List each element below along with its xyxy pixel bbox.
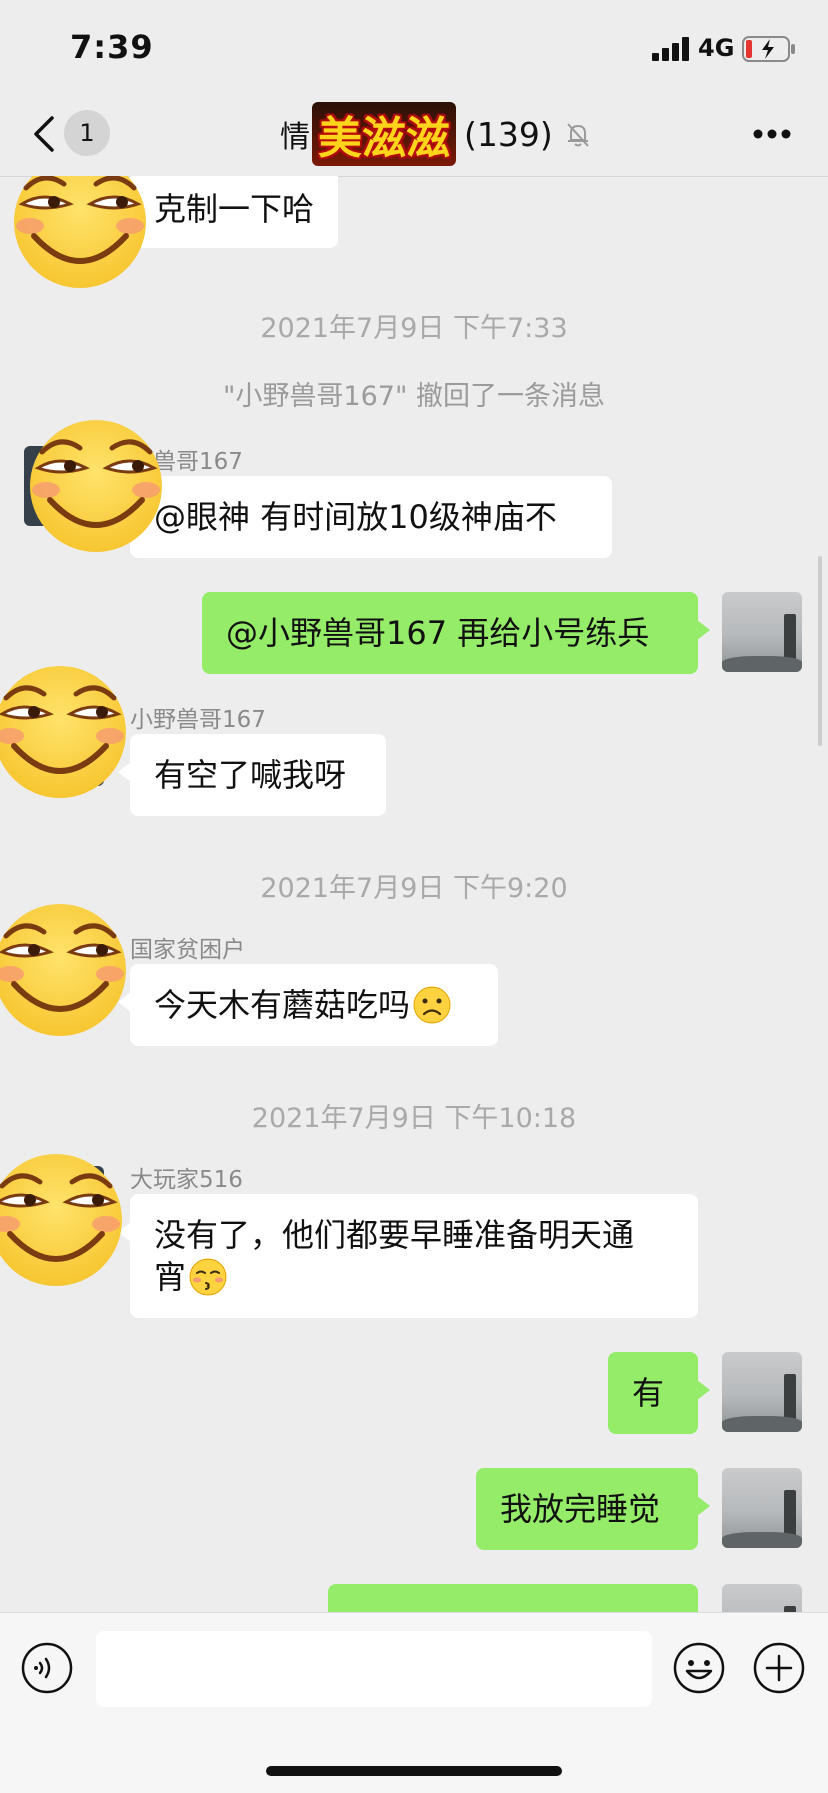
battery-charging-icon	[742, 36, 795, 62]
status-time: 7:39	[70, 28, 154, 66]
smirk-sticker-icon	[0, 894, 136, 1046]
avatar[interactable]	[722, 1352, 802, 1432]
message-text: 有	[632, 1374, 665, 1412]
message-text: 克制一下哈	[154, 190, 315, 228]
sender-name: 大玩家516	[130, 1167, 243, 1193]
voice-input-icon[interactable]	[20, 1641, 74, 1695]
smirk-sticker-icon	[4, 176, 156, 298]
recall-notice: "小野兽哥167" 撤回了一条消息	[223, 381, 605, 412]
input-bar	[0, 1612, 828, 1793]
network-type: 4G	[698, 34, 735, 62]
avatar[interactable]	[722, 1584, 802, 1612]
message-bubble[interactable]: 今天木有蘑菇吃吗	[118, 964, 498, 1046]
unread-count-badge[interactable]: 1	[64, 110, 110, 156]
sad-face-emoji-icon	[413, 986, 451, 1024]
message-text: 有空了喊我呀	[154, 756, 347, 794]
emoji-picker-icon[interactable]	[672, 1641, 726, 1695]
kissing-emoji-icon	[189, 1258, 227, 1296]
message-text-line: 宵	[154, 1258, 187, 1296]
message-text: @小野兽哥167 再给小号练兵	[226, 614, 650, 652]
chat-header: 1 情 美滋滋 (139)	[0, 100, 828, 177]
message-bubble[interactable]: 没有了，他们都要早睡准备明天通 宵	[118, 1194, 698, 1318]
home-indicator[interactable]	[266, 1766, 562, 1776]
chat-title-prefix: 情	[280, 120, 310, 155]
smirk-sticker-icon	[20, 410, 172, 562]
cellular-signal-icon	[652, 37, 689, 61]
timestamp: 2021年7月9日 下午7:33	[260, 313, 568, 344]
message-bubble-sent[interactable]: 有	[608, 1352, 710, 1434]
message-text: 我放完睡觉	[500, 1490, 661, 1528]
avatar[interactable]	[722, 1468, 802, 1548]
chat-title[interactable]: 情 美滋滋 (139)	[280, 102, 593, 166]
avatar[interactable]	[722, 592, 802, 672]
message-text-line: 没有了，他们都要早睡准备明天通	[154, 1216, 635, 1254]
sender-name: 国家贫困户	[130, 937, 245, 963]
chat-title-logo: 美滋滋	[312, 102, 456, 166]
message-bubble[interactable]: @眼神 有时间放10级神庙不	[118, 476, 612, 558]
sender-name: 小野兽哥167	[130, 707, 266, 733]
member-count: (139)	[464, 114, 553, 154]
back-arrow-icon[interactable]	[30, 114, 60, 154]
message-bubble-sent-partial[interactable]	[328, 1584, 698, 1612]
message-input[interactable]	[96, 1631, 652, 1707]
message-bubble[interactable]: 有空了喊我呀	[118, 734, 386, 816]
message-text: 今天木有蘑菇吃吗	[154, 986, 411, 1024]
message-text: @眼神 有时间放10级神庙不	[154, 498, 557, 536]
message-bubble[interactable]: 克制一下哈	[117, 176, 339, 248]
message-bubble-sent[interactable]: @小野兽哥167 再给小号练兵	[202, 592, 710, 674]
more-options-icon[interactable]	[752, 128, 792, 140]
smirk-sticker-icon	[0, 1144, 132, 1296]
scrollbar[interactable]	[818, 556, 822, 746]
message-list[interactable]: 克制一下哈 2021年7月9日 下午7:33 "小野兽哥167" 撤回了一条消息…	[0, 176, 828, 1612]
status-bar: 7:39 4G	[0, 0, 828, 100]
smirk-sticker-icon	[0, 656, 136, 808]
add-attachment-icon[interactable]	[752, 1641, 806, 1695]
mute-bell-icon	[567, 123, 589, 147]
message-bubble-sent[interactable]: 我放完睡觉	[476, 1468, 710, 1550]
timestamp: 2021年7月9日 下午10:18	[251, 1103, 577, 1134]
